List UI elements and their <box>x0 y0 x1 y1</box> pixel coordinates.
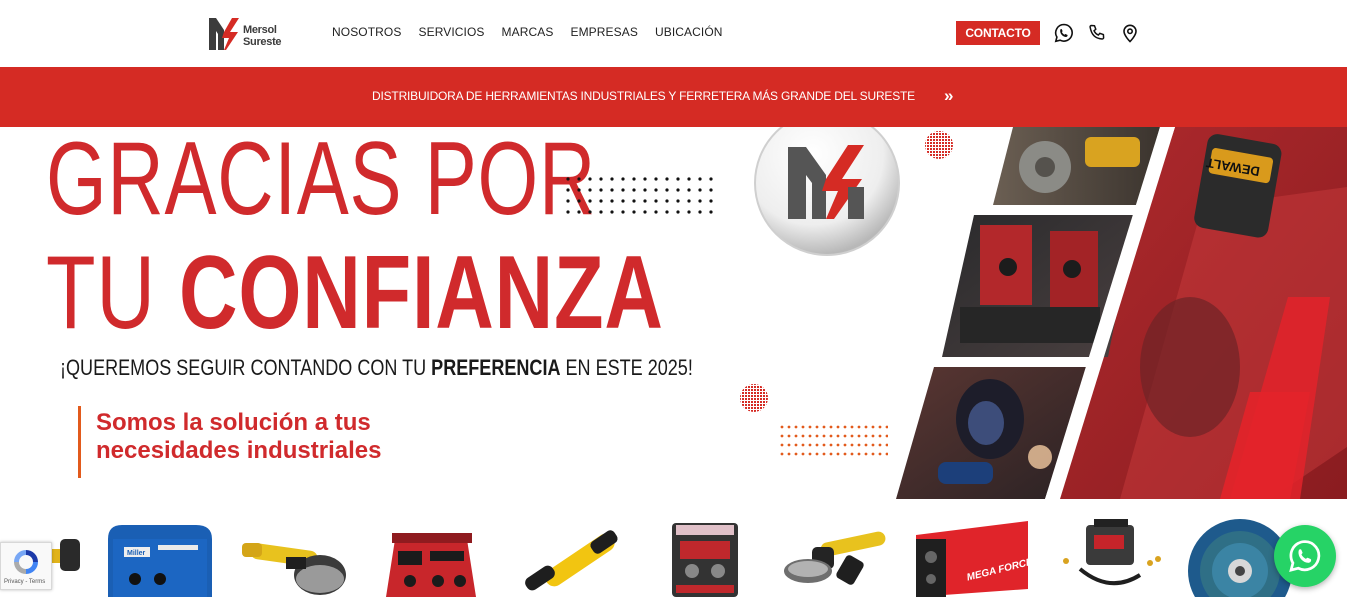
main-nav: NOSOTROS SERVICIOS MARCAS EMPRESAS UBICA… <box>332 25 723 39</box>
product-image-lincoln-welder[interactable] <box>386 533 476 597</box>
logo-mark-icon <box>209 18 239 50</box>
recaptcha-terms-link[interactable]: Privacy - Terms <box>4 579 45 585</box>
product-carousel-images: Miller MEGA FORCE <box>40 519 1292 597</box>
promo-bar: DISTRIBUIDORA DE HERRAMIENTAS INDUSTRIAL… <box>0 67 1347 127</box>
recaptcha-badge[interactable]: Privacy - Terms <box>0 542 52 590</box>
hero-title-line2-prefix: TU <box>46 235 180 351</box>
nav-item-ubicacion[interactable]: UBICACIÓN <box>655 25 723 39</box>
hero-subtitle-part-a: ¡QUEREMOS SEGUIR CONTANDO CON TU <box>60 355 432 380</box>
hero-banner[interactable]: GRACIAS POR TU CONFIANZA ¡QUEREMOS SEGUI… <box>0 127 1347 499</box>
hero-title-line2: TU CONFIANZA <box>46 241 664 345</box>
product-image-lincoln-welder-compact[interactable] <box>672 523 738 597</box>
hero-subtitle-emphasis: PREFERENCIA <box>431 355 561 380</box>
hero-title-line1: GRACIAS POR <box>46 127 597 237</box>
location-pin-icon[interactable] <box>1119 22 1141 44</box>
logo-text-line2: Sureste <box>243 36 282 48</box>
halftone-circle-decoration <box>740 384 768 412</box>
whatsapp-float-button[interactable] <box>1274 525 1336 587</box>
nav-item-servicios[interactable]: SERVICIOS <box>418 25 484 39</box>
promo-text: DISTRIBUIDORA DE HERRAMIENTAS INDUSTRIAL… <box>372 89 915 103</box>
page: Mersol Sureste NOSOTROS SERVICIOS MARCAS… <box>0 0 1347 597</box>
hero-slogan: Somos la solución a tus necesidades indu… <box>96 409 382 464</box>
dot-grid-decoration <box>780 425 888 459</box>
hero-subtitle: ¡QUEREMOS SEGUIR CONTANDO CON TU PREFERE… <box>60 355 693 381</box>
product-image-mega-force-welder[interactable]: MEGA FORCE <box>916 521 1034 597</box>
site-header: Mersol Sureste NOSOTROS SERVICIOS MARCAS… <box>0 0 1347 67</box>
logo-badge-sphere <box>754 127 900 256</box>
product-carousel[interactable]: Miller MEGA FORCE <box>0 499 1347 597</box>
product-image-dewalt-angle-grinder-large[interactable] <box>242 542 346 595</box>
product-image-miller-welder[interactable]: Miller <box>108 525 212 597</box>
whatsapp-float-icon <box>1289 540 1321 573</box>
phone-icon[interactable] <box>1086 22 1108 44</box>
logo-text-line1: Mersol <box>243 24 277 36</box>
product-image-dewalt-angle-grinder[interactable] <box>784 530 887 586</box>
product-image-dewalt-die-grinder[interactable] <box>523 528 620 592</box>
hero-subtitle-part-c: EN ESTE 2025! <box>560 355 693 380</box>
nav-item-nosotros[interactable]: NOSOTROS <box>332 25 401 39</box>
dot-grid-decoration <box>566 177 716 221</box>
nav-item-empresas[interactable]: EMPRESAS <box>570 25 638 39</box>
whatsapp-icon[interactable] <box>1053 22 1075 44</box>
contact-button[interactable]: CONTACTO <box>956 21 1040 45</box>
hero-photo-collage: DEWALT <box>896 127 1347 499</box>
slogan-accent-bar <box>78 406 81 478</box>
hero-title-line2-emphasis: CONFIANZA <box>179 235 664 351</box>
mersol-logo[interactable]: Mersol Sureste <box>208 14 288 52</box>
promo-next-arrow-icon[interactable]: » <box>944 86 953 106</box>
nav-item-marcas[interactable]: MARCAS <box>502 25 554 39</box>
recaptcha-icon <box>14 550 38 574</box>
product-image-plasma-cutter[interactable] <box>1063 519 1161 586</box>
miller-brand-text: Miller <box>127 550 146 557</box>
